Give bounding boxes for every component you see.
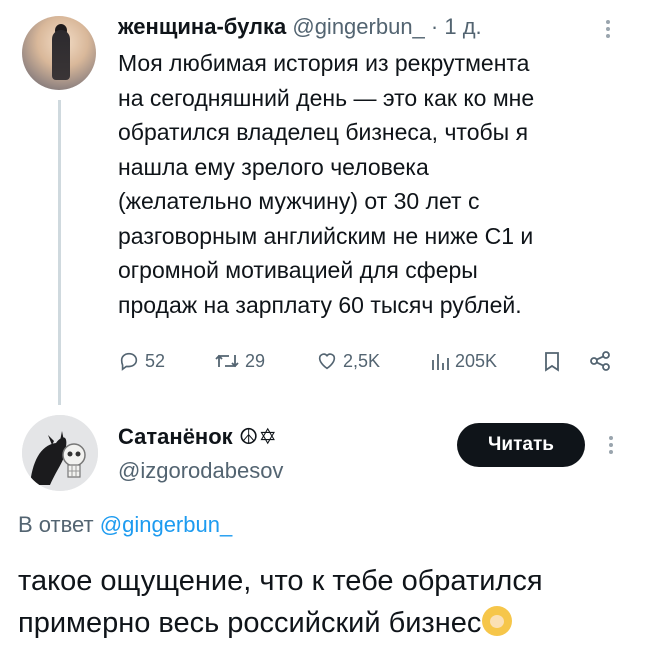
follow-button[interactable]: Читать <box>457 423 585 467</box>
more-dots-icon[interactable] <box>609 436 615 457</box>
bookmark-icon <box>545 352 559 372</box>
avatar[interactable] <box>22 16 96 90</box>
views-count: 205K <box>455 350 498 371</box>
share-icon <box>590 351 610 371</box>
heart-icon <box>318 353 336 370</box>
tweet-text: такое ощущение, что к тебе обратился при… <box>18 560 638 644</box>
author-name[interactable]: женщина-булка <box>118 14 286 39</box>
tweet-header: женщина-булка @gingerbun_ · 1 д. <box>118 14 482 40</box>
retweet-count: 29 <box>245 350 266 371</box>
reply-handle-link[interactable]: @gingerbun_ <box>100 512 232 537</box>
bookmark-button[interactable] <box>542 350 567 372</box>
tweet-text-line-with-emoji: примерно весь российский бизнес <box>18 602 638 644</box>
author-handle[interactable]: @izgorodabesov <box>118 458 283 484</box>
tweet-text-line: огромной мотивацией для сферы <box>118 257 478 283</box>
author-name[interactable]: Сатанёнок ☮✡ <box>118 424 277 450</box>
action-bar: 52 29 2,5K 205K <box>118 350 618 380</box>
separator: · <box>430 14 439 39</box>
more-dots-icon[interactable] <box>606 20 612 41</box>
views-chart-icon <box>432 354 449 370</box>
tweet-text-line: нашла ему зрелого человека <box>118 153 429 180</box>
author-handle[interactable]: @gingerbun_ <box>292 14 424 39</box>
avatar[interactable] <box>22 415 98 491</box>
share-button[interactable] <box>588 350 617 372</box>
retweet-icon <box>215 354 239 368</box>
tweet-text-line: продаж на зарплату 60 тысяч рублей. <box>118 291 522 318</box>
tweet-text-line: (желательно мужчину) от 30 лет с <box>118 188 480 214</box>
tweet-text-line: примерно весь российский бизнес <box>18 607 482 639</box>
tweet-text-line: Моя любимая история из рекрутмента <box>118 50 530 76</box>
views-button[interactable]: 205K <box>430 350 497 372</box>
reply-count: 52 <box>145 350 166 371</box>
thread-line <box>58 100 61 405</box>
like-button[interactable]: 2,5K <box>316 350 380 372</box>
reply-button[interactable]: 52 <box>118 350 165 372</box>
like-count: 2,5K <box>343 350 381 371</box>
reply-context: В ответ @gingerbun_ <box>18 512 232 538</box>
reply-prefix: В ответ <box>18 512 94 537</box>
person-raising-hands-emoji <box>482 606 513 636</box>
retweet-button[interactable]: 29 <box>214 350 265 372</box>
reply-icon <box>120 352 138 371</box>
tweet-text-line: на сегодняшний день — это как ко мне <box>118 84 535 111</box>
tweet-text-line: обратился владелец бизнеса, чтобы я <box>118 119 529 145</box>
tweet-time[interactable]: 1 д. <box>444 14 481 39</box>
avatar-art <box>22 415 98 491</box>
tweet-text-line: такое ощущение, что к тебе обратился <box>18 565 543 597</box>
avatar-figure <box>52 30 70 80</box>
tweet-text-line: разговорным английским не ниже С1 и <box>118 222 534 249</box>
tweet-text: Моя любимая история из рекрутмента на се… <box>118 46 628 322</box>
